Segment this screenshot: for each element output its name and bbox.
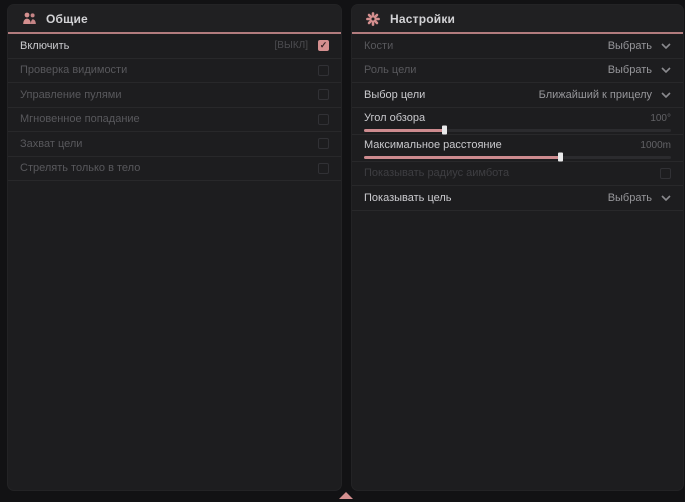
show-radius-checkbox[interactable] bbox=[660, 168, 671, 179]
row-instant-hit: Мгновенное попадание bbox=[8, 108, 341, 133]
distance-slider-handle[interactable] bbox=[558, 153, 563, 162]
chevron-down-icon bbox=[661, 67, 671, 73]
row-bones: Кости Выбрать bbox=[352, 34, 683, 59]
instant-hit-checkbox[interactable] bbox=[318, 114, 329, 125]
body-only-checkbox[interactable] bbox=[318, 163, 329, 174]
chevron-down-icon bbox=[661, 195, 671, 201]
row-enable: Включить [ВЫКЛ] ✓ bbox=[8, 34, 341, 59]
target-role-dropdown-value: Выбрать bbox=[608, 64, 652, 76]
instant-hit-label: Мгновенное попадание bbox=[20, 113, 140, 125]
enable-checkbox[interactable]: ✓ bbox=[318, 40, 329, 51]
row-distance-slider: Максимальное расстояние 1000m bbox=[352, 135, 683, 162]
bones-dropdown[interactable]: Выбрать bbox=[608, 40, 671, 52]
chevron-down-icon bbox=[661, 92, 671, 98]
show-radius-label: Показывать радиус аимбота bbox=[364, 167, 509, 179]
enable-state-tag: [ВЫКЛ] bbox=[275, 40, 308, 51]
fov-slider-handle[interactable] bbox=[442, 126, 447, 135]
panel-general: Общие Включить [ВЫКЛ] ✓ Проверка видимос… bbox=[8, 5, 341, 490]
target-select-label: Выбор цели bbox=[364, 89, 425, 101]
show-target-dropdown[interactable]: Выбрать bbox=[608, 192, 671, 204]
target-select-dropdown-value: Ближайший к прицелу bbox=[539, 89, 652, 101]
distance-value: 1000m bbox=[640, 140, 671, 151]
row-visibility-check: Проверка видимости bbox=[8, 59, 341, 84]
row-show-radius: Показывать радиус аимбота bbox=[352, 162, 683, 187]
panel-general-title: Общие bbox=[46, 12, 88, 26]
row-body-only: Стрелять только в тело bbox=[8, 157, 341, 182]
row-show-target: Показывать цель Выбрать bbox=[352, 186, 683, 211]
enable-label: Включить bbox=[20, 40, 69, 52]
row-target-select: Выбор цели Ближайший к прицелу bbox=[352, 83, 683, 108]
panel-general-header: Общие bbox=[8, 5, 341, 34]
show-target-label: Показывать цель bbox=[364, 192, 452, 204]
target-select-dropdown[interactable]: Ближайший к прицелу bbox=[539, 89, 671, 101]
bullet-control-label: Управление пулями bbox=[20, 89, 122, 101]
fov-label: Угол обзора bbox=[364, 112, 425, 124]
distance-slider-fill bbox=[364, 156, 560, 159]
menu-expand-arrow-icon[interactable] bbox=[339, 492, 353, 499]
distance-label: Максимальное расстояние bbox=[364, 139, 502, 151]
distance-slider[interactable] bbox=[364, 156, 671, 159]
chevron-down-icon bbox=[661, 43, 671, 49]
users-icon bbox=[21, 12, 37, 26]
visibility-check-checkbox[interactable] bbox=[318, 65, 329, 76]
fov-slider-fill bbox=[364, 129, 444, 132]
panel-settings: Настройки Кости Выбрать Роль цели Выбрат… bbox=[352, 5, 683, 490]
target-lock-checkbox[interactable] bbox=[318, 138, 329, 149]
row-fov-slider: Угол обзора 100° bbox=[352, 108, 683, 135]
panel-settings-title: Настройки bbox=[390, 12, 455, 26]
bones-label: Кости bbox=[364, 40, 393, 52]
body-only-label: Стрелять только в тело bbox=[20, 162, 140, 174]
target-lock-label: Захват цели bbox=[20, 138, 82, 150]
visibility-check-label: Проверка видимости bbox=[20, 64, 127, 76]
row-bullet-control: Управление пулями bbox=[8, 83, 341, 108]
fov-slider[interactable] bbox=[364, 129, 671, 132]
bullet-control-checkbox[interactable] bbox=[318, 89, 329, 100]
gear-icon bbox=[365, 12, 381, 26]
show-target-dropdown-value: Выбрать bbox=[608, 192, 652, 204]
target-role-label: Роль цели bbox=[364, 64, 416, 76]
panel-settings-header: Настройки bbox=[352, 5, 683, 34]
target-role-dropdown[interactable]: Выбрать bbox=[608, 64, 671, 76]
row-target-role: Роль цели Выбрать bbox=[352, 59, 683, 84]
fov-value: 100° bbox=[650, 113, 671, 124]
bones-dropdown-value: Выбрать bbox=[608, 40, 652, 52]
row-target-lock: Захват цели bbox=[8, 132, 341, 157]
